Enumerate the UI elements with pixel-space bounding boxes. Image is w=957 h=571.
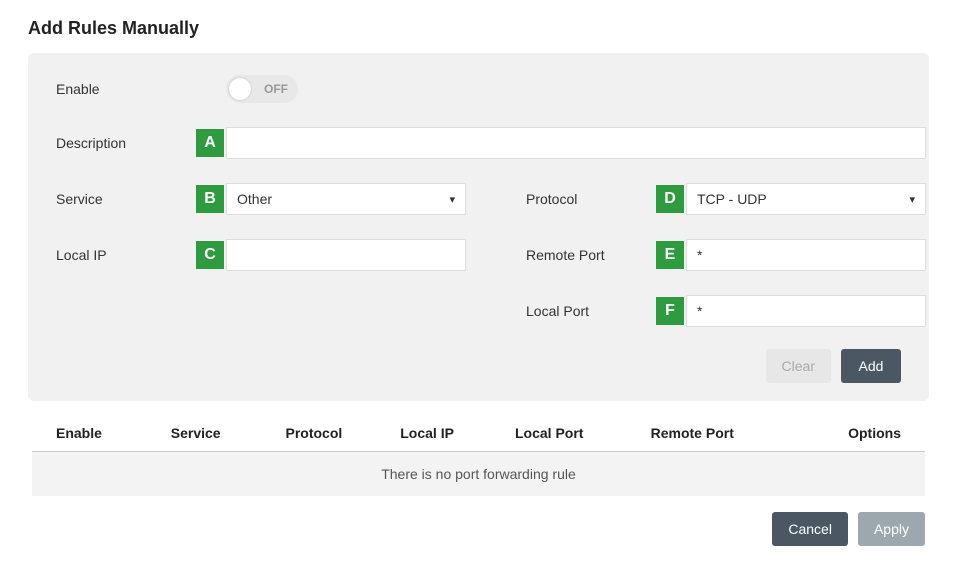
service-select[interactable]: Other ▾ xyxy=(226,183,466,215)
service-label: Service xyxy=(56,191,196,207)
th-local-ip: Local IP xyxy=(400,425,515,441)
add-rules-panel: Enable OFF Description A Service B Other… xyxy=(28,53,929,401)
marker-a: A xyxy=(196,129,224,157)
table-empty-message: There is no port forwarding rule xyxy=(32,452,925,496)
chevron-down-icon: ▾ xyxy=(909,193,915,206)
enable-toggle[interactable]: OFF xyxy=(226,75,298,103)
enable-label: Enable xyxy=(56,81,196,97)
protocol-value: TCP - UDP xyxy=(697,191,767,207)
th-protocol: Protocol xyxy=(286,425,401,441)
marker-c: C xyxy=(196,241,224,269)
service-value: Other xyxy=(237,191,272,207)
marker-d: D xyxy=(656,185,684,213)
description-label: Description xyxy=(56,135,196,151)
protocol-label: Protocol xyxy=(526,191,656,207)
th-service: Service xyxy=(171,425,286,441)
description-input[interactable] xyxy=(226,127,926,159)
marker-e: E xyxy=(656,241,684,269)
rules-table: Enable Service Protocol Local IP Local P… xyxy=(28,415,929,496)
th-local-port: Local Port xyxy=(515,425,651,441)
remote-port-input[interactable] xyxy=(686,239,926,271)
remote-port-label: Remote Port xyxy=(526,247,656,263)
protocol-select[interactable]: TCP - UDP ▾ xyxy=(686,183,926,215)
toggle-state-text: OFF xyxy=(264,82,288,96)
th-remote-port: Remote Port xyxy=(651,425,807,441)
local-port-input[interactable] xyxy=(686,295,926,327)
clear-button[interactable]: Clear xyxy=(766,349,831,383)
th-options: Options xyxy=(807,425,901,441)
marker-b: B xyxy=(196,185,224,213)
apply-button[interactable]: Apply xyxy=(858,512,925,546)
chevron-down-icon: ▾ xyxy=(449,193,455,206)
page-title: Add Rules Manually xyxy=(28,18,929,39)
toggle-knob xyxy=(229,78,251,100)
local-port-label: Local Port xyxy=(526,303,656,319)
marker-f: F xyxy=(656,297,684,325)
local-ip-label: Local IP xyxy=(56,247,196,263)
th-enable: Enable xyxy=(56,425,171,441)
table-header: Enable Service Protocol Local IP Local P… xyxy=(32,415,925,452)
cancel-button[interactable]: Cancel xyxy=(772,512,848,546)
local-ip-input[interactable] xyxy=(226,239,466,271)
add-button[interactable]: Add xyxy=(841,349,901,383)
